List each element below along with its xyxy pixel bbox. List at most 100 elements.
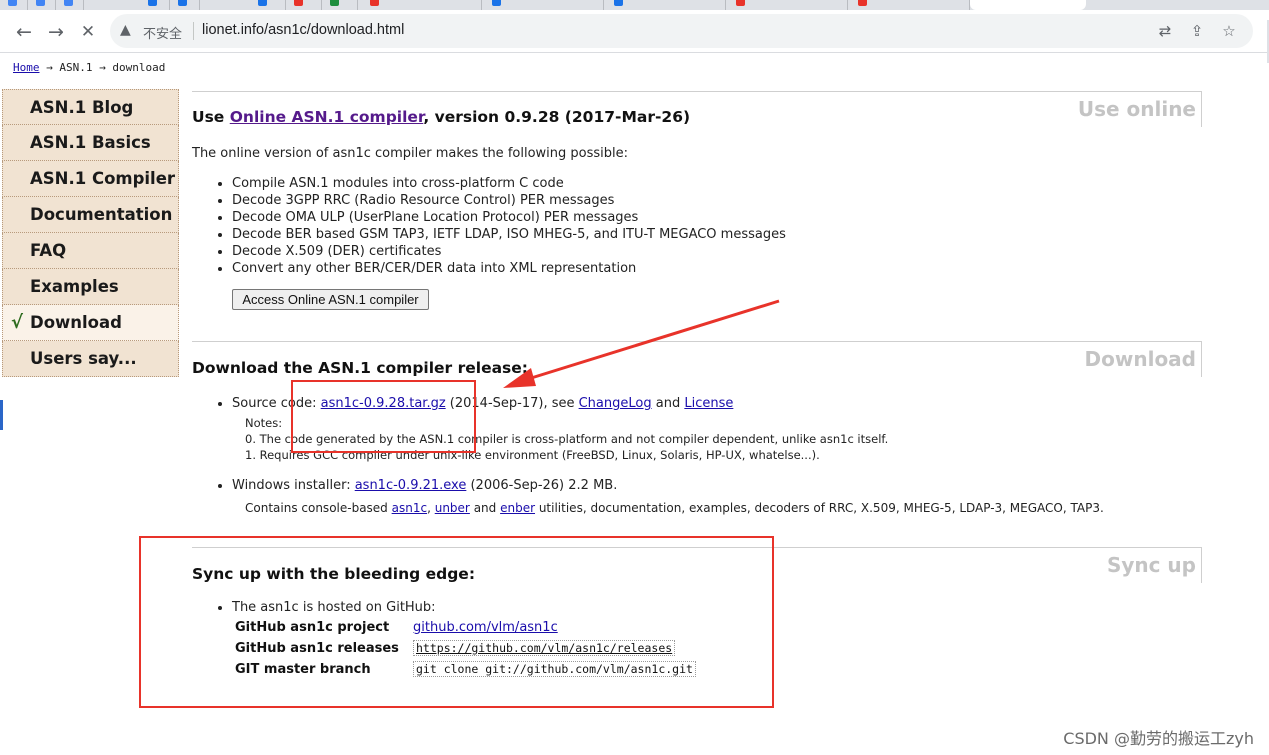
section-divider-vertical bbox=[1201, 341, 1202, 377]
checkmark-icon: √ bbox=[11, 312, 24, 333]
section-use-online: Use online Use Online ASN.1 compiler, ve… bbox=[179, 91, 1202, 341]
online-heading: Use Online ASN.1 compiler, version 0.9.2… bbox=[192, 108, 690, 126]
online-intro: The online version of asn1c compiler mak… bbox=[192, 146, 628, 161]
heading-text: Use bbox=[192, 108, 230, 126]
share-icon[interactable]: ⇪ bbox=[1187, 21, 1207, 41]
changelog-link[interactable]: ChangeLog bbox=[579, 396, 652, 411]
list-item: Decode X.509 (DER) certificates bbox=[232, 243, 786, 260]
windows-installer-link[interactable]: asn1c-0.9.21.exe bbox=[355, 478, 467, 493]
breadcrumb-home-link[interactable]: Home bbox=[13, 61, 40, 74]
window-edge-strip bbox=[0, 400, 3, 430]
unber-link[interactable]: unber bbox=[435, 501, 470, 515]
tab[interactable] bbox=[56, 0, 84, 10]
tab-strip bbox=[0, 0, 1269, 10]
sidebar-item-label: Download bbox=[30, 313, 122, 332]
sidebar-item-asn1-basics[interactable]: ASN.1 Basics bbox=[2, 125, 179, 161]
tab[interactable] bbox=[728, 0, 848, 10]
forward-icon[interactable]: → bbox=[45, 21, 67, 43]
sidebar-item-label: ASN.1 Compiler bbox=[30, 169, 176, 188]
access-online-compiler-button[interactable]: Access Online ASN.1 compiler bbox=[232, 289, 429, 310]
tab-favicon-icon bbox=[36, 0, 45, 6]
address-separator bbox=[193, 22, 194, 40]
license-link[interactable]: License bbox=[684, 396, 733, 411]
translate-icon[interactable]: ⇄ bbox=[1155, 21, 1175, 41]
notes-title: Notes: bbox=[245, 416, 283, 430]
tab-favicon-icon bbox=[614, 0, 623, 6]
tab[interactable] bbox=[140, 0, 170, 10]
breadcrumb: Home → ASN.1 → download bbox=[13, 61, 165, 74]
tab-favicon-icon bbox=[8, 0, 17, 6]
tab[interactable] bbox=[0, 0, 28, 10]
download-heading: Download the ASN.1 compiler release: bbox=[192, 359, 528, 377]
sidebar-item-label: Users say... bbox=[30, 349, 137, 368]
breadcrumb-separator: → bbox=[99, 61, 106, 74]
tab[interactable] bbox=[606, 0, 726, 10]
sidebar-item-documentation[interactable]: Documentation bbox=[2, 197, 179, 233]
sidebar-item-users-say[interactable]: Users say... bbox=[2, 341, 179, 377]
security-label[interactable]: 不安全 bbox=[143, 23, 182, 42]
back-icon[interactable]: ← bbox=[13, 21, 35, 43]
tab[interactable] bbox=[170, 0, 200, 10]
list-item: Convert any other BER/CER/DER data into … bbox=[232, 260, 786, 277]
tab-favicon-icon bbox=[178, 0, 187, 6]
tab-favicon-icon bbox=[492, 0, 501, 6]
tab[interactable] bbox=[362, 0, 482, 10]
tab-favicon-icon bbox=[258, 0, 267, 6]
windows-contents: Contains console-based asn1c, unber and … bbox=[245, 501, 1104, 515]
address-bar[interactable]: ▲ 不安全 lionet.info/asn1c/download.html ⇄ … bbox=[110, 14, 1253, 48]
tab-favicon-icon bbox=[858, 0, 867, 6]
contents-text: , bbox=[427, 501, 435, 515]
windows-list: Windows installer: asn1c-0.9.21.exe (200… bbox=[213, 477, 617, 494]
url-text[interactable]: lionet.info/asn1c/download.html bbox=[202, 22, 404, 38]
windows-installer-item: Windows installer: asn1c-0.9.21.exe (200… bbox=[232, 477, 617, 494]
section-divider bbox=[192, 91, 1202, 92]
list-item: Decode 3GPP RRC (Radio Resource Control)… bbox=[232, 192, 786, 209]
list-item: Decode OMA ULP (UserPlane Location Proto… bbox=[232, 209, 786, 226]
tab-favicon-icon bbox=[294, 0, 303, 6]
sidebar-item-label: Documentation bbox=[30, 205, 173, 224]
sidebar-item-asn1-compiler[interactable]: ASN.1 Compiler bbox=[2, 161, 179, 197]
sidebar-item-examples[interactable]: Examples bbox=[2, 269, 179, 305]
sidebar-item-label: ASN.1 Blog bbox=[30, 98, 134, 117]
tab-favicon-icon bbox=[330, 0, 339, 6]
windows-info: (2006-Sep-26) 2.2 MB. bbox=[466, 478, 618, 493]
stop-loading-icon[interactable]: ✕ bbox=[77, 21, 99, 43]
sidebar-item-download[interactable]: √ Download bbox=[2, 305, 179, 341]
sidebar-item-faq[interactable]: FAQ bbox=[2, 233, 179, 269]
bookmark-star-icon[interactable]: ☆ bbox=[1219, 21, 1239, 41]
browser-toolbar: ← → ✕ ▲ 不安全 lionet.info/asn1c/download.h… bbox=[0, 10, 1269, 63]
tab-favicon-icon bbox=[148, 0, 157, 6]
enber-link[interactable]: enber bbox=[500, 501, 535, 515]
online-compiler-link[interactable]: Online ASN.1 compiler bbox=[230, 108, 424, 126]
section-divider-vertical bbox=[1201, 547, 1202, 583]
sidebar-item-label: FAQ bbox=[30, 241, 67, 260]
sidebar-item-asn1-blog[interactable]: ASN.1 Blog bbox=[2, 89, 179, 125]
section-divider-vertical bbox=[1201, 91, 1202, 127]
list-item: Decode BER based GSM TAP3, IETF LDAP, IS… bbox=[232, 226, 786, 243]
watermark: CSDN @勤劳的搬运工zyh bbox=[1063, 729, 1254, 748]
sidebar-item-label: ASN.1 Basics bbox=[30, 133, 151, 152]
conjunction-text: and bbox=[651, 396, 685, 411]
annotation-highlight-box bbox=[291, 380, 476, 453]
breadcrumb-current: download bbox=[112, 61, 166, 74]
sidebar-nav: ASN.1 Blog ASN.1 Basics ASN.1 Compiler D… bbox=[2, 89, 179, 377]
warning-icon[interactable]: ▲ bbox=[120, 22, 131, 38]
section-tag-download: Download bbox=[1084, 347, 1196, 371]
active-tab[interactable] bbox=[970, 0, 1086, 10]
breadcrumb-asn1: ASN.1 bbox=[59, 61, 93, 74]
annotation-highlight-box bbox=[139, 536, 774, 708]
asn1c-link[interactable]: asn1c bbox=[392, 501, 427, 515]
tab[interactable] bbox=[286, 0, 322, 10]
list-item: Compile ASN.1 modules into cross-platfor… bbox=[232, 175, 786, 192]
tab[interactable] bbox=[850, 0, 970, 10]
tab[interactable] bbox=[250, 0, 286, 10]
contents-text: and bbox=[469, 501, 501, 515]
online-feature-list: Compile ASN.1 modules into cross-platfor… bbox=[213, 175, 786, 277]
contents-text: Contains console-based bbox=[245, 501, 392, 515]
tab[interactable] bbox=[28, 0, 56, 10]
contents-text: utilities, documentation, examples, deco… bbox=[535, 501, 1104, 515]
heading-text: , version 0.9.28 (2017-Mar-26) bbox=[423, 108, 691, 126]
tab[interactable] bbox=[322, 0, 358, 10]
tab-favicon-icon bbox=[64, 0, 73, 6]
tab[interactable] bbox=[484, 0, 604, 10]
